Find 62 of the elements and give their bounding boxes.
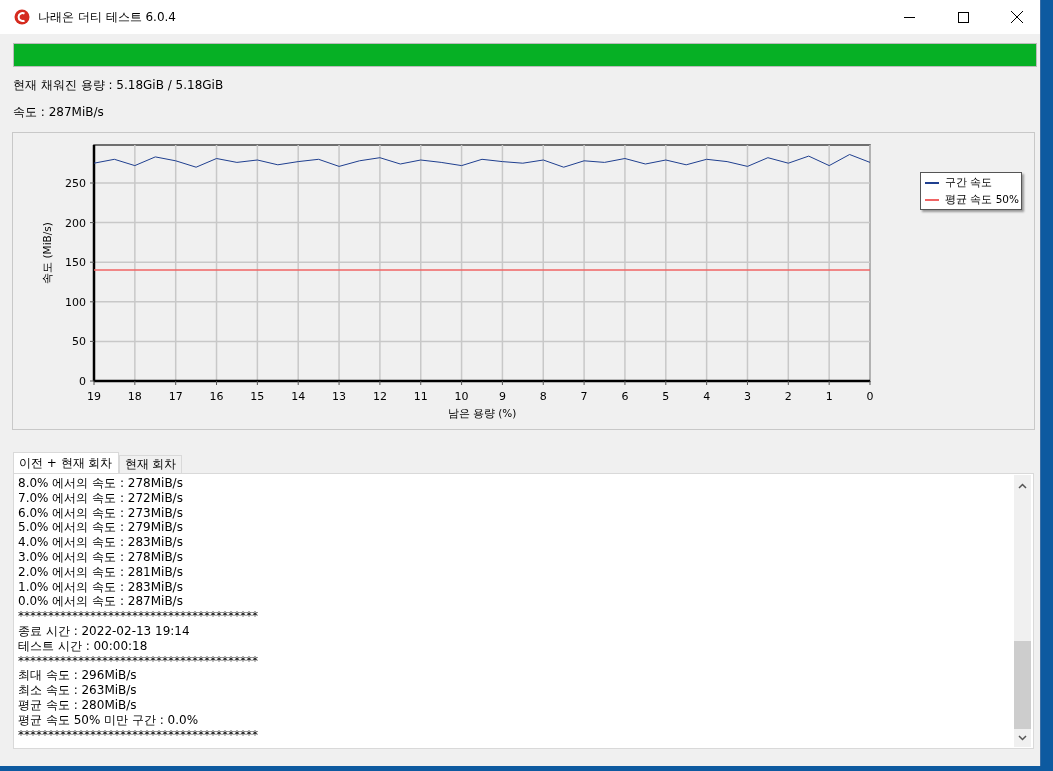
log-line: 5.0% 에서의 속도 : 279MiB/s bbox=[18, 520, 184, 536]
log-line: 평균 속도 50% 미만 구간 : 0.0% bbox=[18, 712, 200, 728]
log-line: 8.0% 에서의 속도 : 278MiB/s bbox=[18, 476, 184, 491]
x-tick-label: 14 bbox=[291, 390, 306, 403]
log-line: **************************************** bbox=[18, 653, 259, 669]
scroll-thumb[interactable] bbox=[1014, 641, 1031, 729]
x-tick-label: 4 bbox=[703, 390, 711, 403]
log-line: **************************************** bbox=[18, 609, 259, 624]
legend-line-icon bbox=[925, 181, 939, 184]
x-tick-label: 17 bbox=[168, 390, 183, 403]
tab[interactable]: 현재 회차 bbox=[118, 455, 183, 473]
log-line: 1.0% 에서의 속도 : 283MiB/s bbox=[18, 579, 184, 595]
log-line: **************************************** bbox=[18, 727, 259, 743]
log-line: 0.0% 에서의 속도 : 287MiB/s bbox=[18, 594, 184, 610]
log-line: 최소 속도 : 263MiB/s bbox=[18, 683, 138, 698]
legend-label: 구간 속도 bbox=[945, 175, 993, 190]
x-tick-label: 3 bbox=[743, 390, 751, 403]
scroll-down-icon bbox=[1018, 735, 1027, 741]
scrollbar[interactable] bbox=[1014, 475, 1031, 747]
log-line: 4.0% 에서의 속도 : 283MiB/s bbox=[18, 535, 184, 550]
x-tick-label: 8 bbox=[539, 390, 547, 403]
log-line: 2.0% 에서의 속도 : 281MiB/s bbox=[18, 564, 184, 580]
y-tick-label: 150 bbox=[65, 256, 86, 270]
x-tick-label: 13 bbox=[332, 390, 347, 403]
legend-label: 평균 속도 50% bbox=[945, 192, 1019, 207]
window-title: 나래온 더티 테스트 6.0.4 bbox=[38, 8, 177, 26]
x-tick-label: 6 bbox=[621, 390, 629, 403]
x-tick-label: 12 bbox=[372, 390, 387, 403]
y-tick-label: 100 bbox=[65, 295, 86, 309]
log-line: 최대 속도 : 296MiB/s bbox=[18, 668, 138, 684]
y-tick-label: 250 bbox=[65, 177, 86, 190]
y-tick-label: 0 bbox=[79, 375, 86, 388]
close-icon bbox=[1011, 11, 1023, 23]
y-axis-title: 속도 (MiB/s) bbox=[41, 222, 53, 284]
log-line: 종료 시간 : 2022-02-13 19:14 bbox=[18, 623, 191, 639]
tab[interactable]: 이전 + 현재 회차 bbox=[13, 452, 119, 473]
legend-line-icon bbox=[925, 198, 939, 201]
x-tick-label: 11 bbox=[413, 390, 428, 403]
log-line: 6.0% 에서의 속도 : 273MiB/s bbox=[18, 505, 184, 521]
y-tick-label: 200 bbox=[65, 216, 86, 230]
speed-text: 속도 : 287MiB/s bbox=[13, 104, 105, 119]
x-tick-label: 5 bbox=[662, 390, 670, 403]
x-tick-label: 1 bbox=[825, 390, 833, 403]
log-line: 평균 속도 : 280MiB/s bbox=[18, 697, 138, 713]
x-tick-label: 15 bbox=[250, 390, 265, 403]
y-tick-label: 50 bbox=[72, 335, 86, 349]
app-icon bbox=[14, 9, 30, 25]
log-line: 7.0% 에서의 속도 : 272MiB/s bbox=[18, 490, 184, 506]
maximize-icon bbox=[957, 11, 969, 23]
x-tick-label: 7 bbox=[580, 390, 588, 403]
x-tick-label: 19 bbox=[87, 390, 101, 403]
scroll-up-icon bbox=[1018, 483, 1027, 489]
x-tick-label: 16 bbox=[209, 390, 224, 403]
x-tick-label: 2 bbox=[784, 390, 792, 403]
x-axis-title: 남은 용량 (%) bbox=[447, 407, 517, 419]
log-line: 3.0% 에서의 속도 : 278MiB/s bbox=[18, 550, 184, 565]
x-tick-label: 9 bbox=[498, 390, 506, 403]
x-tick-label: 18 bbox=[127, 390, 142, 403]
x-tick-label: 0 bbox=[866, 390, 874, 403]
log-line: 테스트 시간 : 00:00:18 bbox=[18, 638, 149, 654]
filled-capacity-text: 현재 채워진 용량 : 5.18GiB / 5.18GiB bbox=[13, 77, 225, 92]
x-tick-label: 10 bbox=[454, 390, 469, 403]
